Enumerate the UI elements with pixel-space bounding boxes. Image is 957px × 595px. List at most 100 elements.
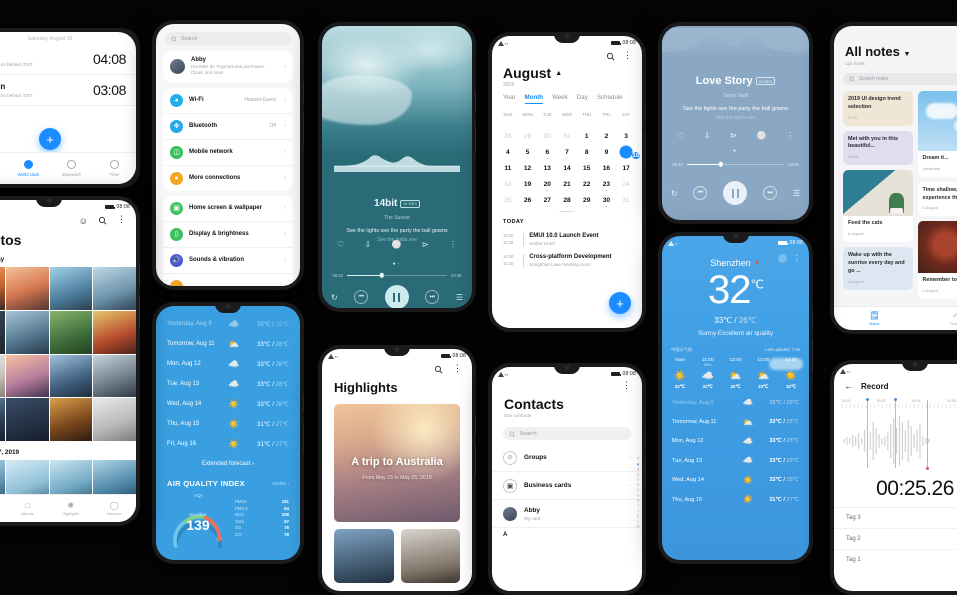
volume-button[interactable] <box>645 132 646 166</box>
progress-knob[interactable] <box>718 162 724 167</box>
contacts-index-letter[interactable]: M <box>637 524 640 528</box>
heart-icon[interactable]: ♡ <box>337 240 344 249</box>
highlight-card[interactable] <box>334 529 394 583</box>
more-icon[interactable]: ⋮ <box>793 254 801 261</box>
gallery-photo-thumbnail[interactable] <box>93 354 136 398</box>
weather-day-row[interactable]: Wed, Aug 14 ☀️ 33℃ / 28℃ <box>156 394 300 414</box>
power-button[interactable] <box>645 429 646 447</box>
power-button[interactable] <box>139 264 140 286</box>
calendar-day[interactable]: 7 <box>557 144 577 160</box>
contacts-index-letter[interactable]: J <box>637 509 639 513</box>
recorder-tag-row[interactable]: Tag 100:08 <box>834 549 957 570</box>
power-button[interactable] <box>303 82 304 104</box>
power-button[interactable] <box>645 102 646 122</box>
calendar-day[interactable]: 21 <box>557 176 577 192</box>
notes-search-input[interactable]: Search notes <box>843 73 957 85</box>
calendar-day[interactable]: 15 <box>577 160 597 176</box>
weather-day-row[interactable]: Thu, Aug 15 ☀️ 31℃ / 27℃ <box>662 490 809 509</box>
playlist-icon[interactable]: ☰ <box>793 189 800 198</box>
weather-day-row[interactable]: Tomorrow, Aug 11 ⛅ 33℃ / 28℃ <box>156 334 300 354</box>
recorder-tag-row[interactable]: Tag 300:23 <box>834 507 957 528</box>
note-card[interactable]: Met with you in this beautiful... 06:58 <box>843 130 913 166</box>
gallery-photo-thumbnail[interactable] <box>93 398 136 441</box>
more-icon[interactable]: ⋮ <box>623 51 632 61</box>
calendar-day[interactable]: 26 <box>518 192 538 208</box>
note-card[interactable]: Wake up with the sunrise every day and g… <box>843 247 913 290</box>
calendar-day[interactable]: 19 <box>518 176 538 192</box>
calendar-day[interactable]: 1 <box>577 128 597 144</box>
gallery-photo-thumbnail[interactable] <box>93 267 136 310</box>
weather-day-row[interactable]: Yesterday, Aug 9 ☁️ 35℃ / 28℃ <box>662 393 809 412</box>
comment-icon[interactable]: ⚪ <box>757 131 767 140</box>
weather-day-row[interactable]: Wed, Aug 14 ☀️ 33℃ / 28℃ <box>662 471 809 490</box>
calendar-day[interactable]: 28 <box>557 192 577 208</box>
tag-marker[interactable] <box>865 398 869 468</box>
pause-button[interactable] <box>723 181 748 206</box>
search-icon[interactable] <box>98 216 107 225</box>
calendar-day[interactable]: 12 <box>518 160 538 176</box>
settings-item-bluetooth[interactable]: ✥ Bluetooth Off › <box>163 112 293 139</box>
power-button[interactable] <box>475 415 476 435</box>
pause-button[interactable] <box>384 285 409 308</box>
calendar-day[interactable]: 29 <box>518 128 538 144</box>
clock-tab-world-clock[interactable]: World clock <box>7 153 50 184</box>
gallery-photo-thumbnail[interactable] <box>0 354 5 398</box>
more-icon[interactable]: ⋮ <box>622 380 631 389</box>
calendar-event-row[interactable]: 10:30 11:30 EMUI 10.0 Launch Event Amber … <box>492 229 642 250</box>
calendar-day[interactable]: 6 <box>537 144 557 160</box>
settings-search-input[interactable]: Search <box>165 32 291 45</box>
contacts-index-letter[interactable]: D <box>637 477 639 481</box>
aqi-more-link[interactable]: MORE › <box>272 481 289 486</box>
settings-item-sounds-vibration[interactable]: 🔊 Sounds & vibration › <box>163 246 293 273</box>
calendar-day[interactable]: 23 <box>597 176 617 192</box>
calendar-day[interactable]: 30 <box>597 192 617 208</box>
gallery-photo-thumbnail[interactable] <box>0 398 5 441</box>
clock-tab-timer[interactable]: Timer <box>93 153 136 184</box>
calendar-day[interactable]: 27 <box>537 192 557 208</box>
hourly-forecast-item[interactable]: 11:00 65% ☁️ 32℃ <box>694 358 722 390</box>
playhead-marker[interactable] <box>925 400 929 470</box>
progress-bar[interactable] <box>346 273 448 278</box>
calendar-day[interactable]: 2 <box>597 128 617 144</box>
weather-day-row[interactable]: Mon, Aug 12 ☁️ 33℃ / 28℃ <box>156 354 300 374</box>
more-icon[interactable]: ⋮ <box>117 215 126 226</box>
contacts-index-letter[interactable]: H <box>637 498 639 502</box>
calendar-event-row[interactable]: 14:30 15:10 Cross-platform Development So… <box>492 250 642 271</box>
volume-button[interactable] <box>645 455 646 485</box>
weather-day-row[interactable]: Fri, Aug 16 ☀️ 31℃ / 27℃ <box>156 434 300 454</box>
calendar-day[interactable]: 14 <box>557 160 577 176</box>
highlight-card[interactable] <box>400 529 460 583</box>
contacts-index-letter[interactable]: B <box>637 467 639 471</box>
gallery-tab-highlights[interactable]: ✺ Highlights <box>49 495 93 522</box>
settings-item-wifi[interactable]: ◕ Wi-Fi Huawei-Guest › <box>163 88 293 113</box>
notes-page-title[interactable]: All notes ▼ <box>834 26 957 59</box>
search-icon[interactable] <box>434 365 443 374</box>
download-icon[interactable]: ⇩ <box>704 131 711 140</box>
settings-item-display-brightness[interactable]: ▯ Display & brightness › <box>163 220 293 247</box>
tab-month[interactable]: Month <box>524 94 543 104</box>
notes-tab-notes[interactable]: 🗒 Notes <box>834 307 915 330</box>
share-icon[interactable]: ⊳ <box>422 240 429 249</box>
calendar-day[interactable]: 24 <box>616 176 636 192</box>
weather-day-row[interactable]: Tue, Aug 13 ☁️ 33℃ / 28℃ <box>156 374 300 394</box>
calendar-day[interactable]: 9 <box>597 144 617 160</box>
share-icon[interactable]: ⊳ <box>730 131 737 140</box>
calendar-day[interactable]: 10 <box>616 144 640 160</box>
repeat-icon[interactable]: ↻ <box>331 293 338 302</box>
volume-button[interactable] <box>303 112 304 146</box>
calendar-day[interactable]: 16 <box>597 160 617 176</box>
weather-day-row[interactable]: Thu, Aug 15 ☀️ 31℃ / 27℃ <box>156 414 300 434</box>
hourly-forecast-item[interactable]: Now ☀️ 32℃ <box>666 358 694 390</box>
add-event-fab[interactable]: + <box>609 292 631 314</box>
calendar-day[interactable]: 20 <box>537 176 557 192</box>
contacts-index-letter[interactable]: K <box>637 514 639 518</box>
calendar-day[interactable]: 29 <box>577 192 597 208</box>
more-icon[interactable]: ⋮ <box>786 131 794 140</box>
contacts-index-letter[interactable]: L <box>637 519 639 523</box>
gallery-photo-thumbnail[interactable] <box>5 354 49 398</box>
calendar-day[interactable]: 30 <box>537 128 557 144</box>
calendar-day[interactable]: 18 <box>498 176 518 192</box>
note-card[interactable]: Dream it... Yesterday <box>917 91 957 177</box>
settings-item-more-connections[interactable]: ● More connections › <box>163 164 293 191</box>
contacts-alphabet-index[interactable]: # A B C D E F G H I J K L M <box>637 457 640 528</box>
